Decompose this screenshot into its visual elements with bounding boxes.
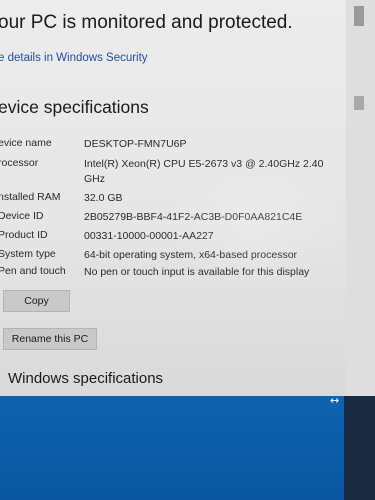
desktop-background bbox=[0, 396, 375, 500]
resize-cursor-icon: ↔ bbox=[330, 394, 340, 407]
scrollbar-thumb[interactable] bbox=[354, 6, 364, 26]
spec-value: 00331-10000-00001-AA227 bbox=[84, 230, 214, 242]
window-shadow-edge bbox=[344, 396, 375, 500]
spec-value: DESKTOP-FMN7U6P bbox=[84, 138, 187, 150]
spec-label: Device ID bbox=[0, 210, 44, 222]
spec-value: 2B05279B-BBF4-41F2-AC3B-D0F0AA821C4E bbox=[84, 211, 303, 223]
spec-label: rocessor bbox=[0, 157, 39, 169]
scrollbar-marker bbox=[354, 96, 364, 110]
spec-value: Intel(R) Xeon(R) CPU E5-2673 v3 @ 2.40GH… bbox=[84, 158, 324, 185]
spec-label: System type bbox=[0, 248, 56, 260]
spec-value: 32.0 GB bbox=[84, 192, 123, 204]
protection-status-heading: our PC is monitored and protected. bbox=[0, 12, 293, 33]
copy-button[interactable]: Copy bbox=[3, 290, 70, 312]
windows-security-link[interactable]: e details in Windows Security bbox=[0, 52, 148, 64]
spec-label: nstalled RAM bbox=[0, 191, 61, 203]
spec-label: Product ID bbox=[0, 229, 48, 241]
settings-window: our PC is monitored and protected. e det… bbox=[0, 0, 346, 396]
vertical-scrollbar[interactable] bbox=[346, 0, 375, 396]
rename-pc-button[interactable]: Rename this PC bbox=[3, 328, 97, 350]
windows-specifications-title: Windows specifications bbox=[8, 370, 164, 387]
spec-value: 64-bit operating system, x64-based proce… bbox=[84, 249, 298, 261]
spec-value: No pen or touch input is available for t… bbox=[84, 266, 310, 278]
spec-label: evice name bbox=[0, 137, 52, 149]
spec-label: Pen and touch bbox=[0, 265, 66, 277]
device-specifications-title: evice specifications bbox=[0, 97, 149, 117]
